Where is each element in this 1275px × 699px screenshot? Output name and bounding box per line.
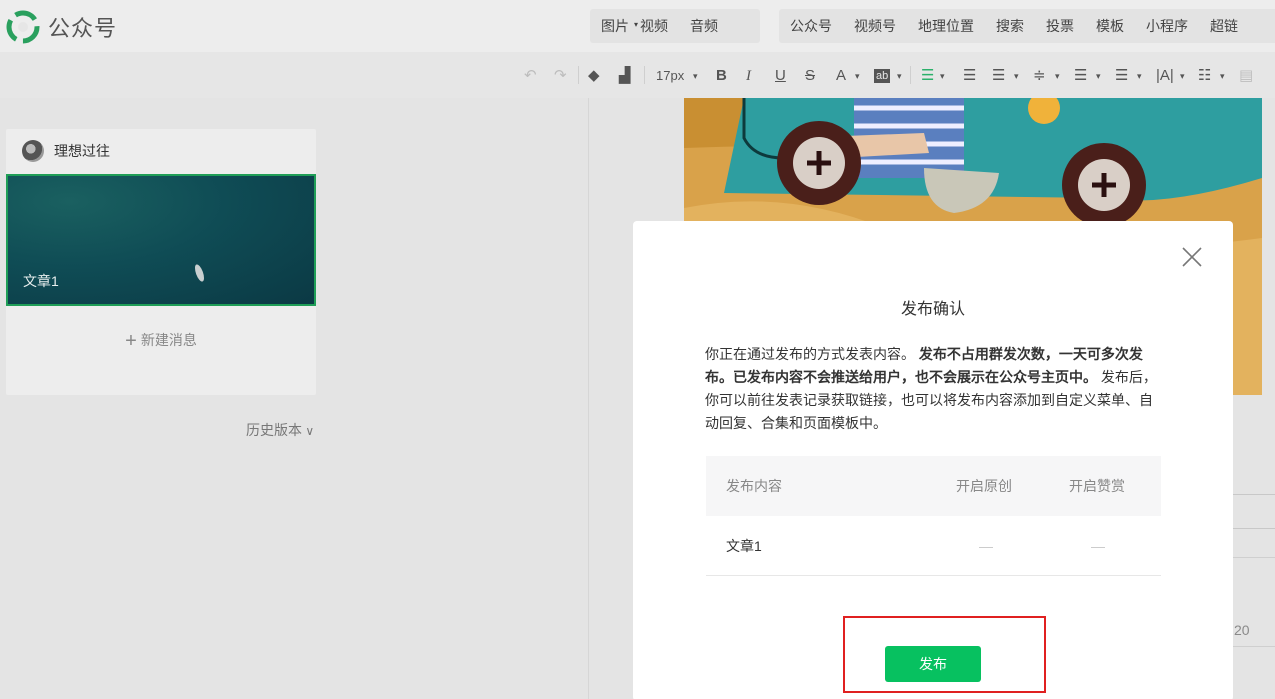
indent-icon[interactable]: ☰	[963, 65, 976, 87]
article-title: 文章1	[23, 273, 59, 289]
font-color-icon[interactable]: A	[836, 65, 846, 87]
header-original: 开启原创	[956, 478, 1012, 494]
row-reward: —	[1091, 538, 1105, 554]
menu-template[interactable]: 模板	[1085, 16, 1135, 36]
editor-side-divider	[1232, 528, 1275, 529]
header-content: 发布内容	[726, 478, 782, 494]
chevron-down-icon: ▾	[1220, 71, 1225, 81]
table-row: 文章1 — —	[706, 516, 1161, 576]
clear-format-icon[interactable]: ▟	[619, 65, 631, 87]
bold-icon[interactable]: B	[716, 65, 727, 87]
menu-vote[interactable]: 投票	[1035, 16, 1085, 36]
app-logo: 公众号	[6, 10, 117, 44]
align-center-icon[interactable]: ☰	[921, 65, 934, 87]
boat-image-detail	[193, 263, 206, 283]
menu-official-account[interactable]: 公众号	[779, 16, 843, 36]
chevron-down-icon: ▾	[1096, 71, 1101, 81]
toolbar-divider	[910, 66, 911, 84]
publish-table-header: 发布内容 开启原创 开启赞赏	[706, 456, 1161, 516]
menu-location[interactable]: 地理位置	[907, 16, 985, 36]
description-intro: 你正在通过发布的方式发表内容。	[705, 346, 915, 362]
close-icon[interactable]	[1180, 245, 1204, 269]
italic-icon[interactable]: I	[746, 65, 751, 87]
side-counter: 20	[1234, 622, 1250, 638]
publish-button[interactable]: 发布	[885, 646, 981, 682]
account-name: 理想过往	[54, 143, 110, 159]
new-message-label: 新建消息	[140, 332, 197, 348]
dialog-title: 发布确认	[900, 301, 965, 318]
media-insert-menu: 图片 视频 音频	[590, 9, 760, 43]
editor-side-divider	[1232, 494, 1275, 495]
menu-mini-program[interactable]: 小程序	[1135, 16, 1199, 36]
menu-hyperlink[interactable]: 超链	[1199, 16, 1249, 36]
toolbar-divider	[644, 66, 645, 84]
new-message-button[interactable]: + 新建消息	[6, 330, 316, 353]
paragraph-spacing-icon[interactable]: ≑	[1033, 65, 1046, 87]
font-size-select[interactable]: 17px	[656, 65, 684, 87]
highlight-color-icon[interactable]: ab	[874, 69, 891, 83]
plus-icon: +	[125, 330, 137, 352]
redo-icon[interactable]: ↷	[554, 65, 567, 87]
undo-icon[interactable]: ↶	[524, 65, 537, 87]
list-icon[interactable]: ☷	[1198, 65, 1211, 87]
header-reward: 开启赞赏	[1069, 478, 1125, 494]
history-label: 历史版本	[246, 422, 302, 438]
row-content: 文章1	[726, 538, 762, 554]
chevron-down-icon: ▾	[940, 71, 945, 81]
chevron-down-icon: ∨	[302, 424, 315, 438]
text-width-icon[interactable]: |A|	[1156, 65, 1174, 87]
chevron-down-icon: ▾	[1180, 71, 1185, 81]
avatar	[22, 140, 44, 162]
strikethrough-icon[interactable]: S	[805, 65, 815, 87]
menu-channels[interactable]: 视频号	[843, 16, 907, 36]
insert-menu: 公众号 视频号 地理位置 搜索 投票 模板 小程序 超链	[779, 9, 1275, 43]
app-title: 公众号	[48, 16, 118, 41]
row-original: —	[979, 538, 993, 554]
menu-search[interactable]: 搜索	[985, 16, 1035, 36]
account-header: 理想过往	[6, 129, 316, 173]
letter-spacing-icon[interactable]: ☰	[1115, 65, 1128, 87]
history-versions-button[interactable]: 历史版本 ∨	[246, 420, 314, 440]
format-painter-icon[interactable]: ◆	[588, 65, 600, 87]
line-spacing-icon[interactable]: ☰	[992, 65, 1005, 87]
image-dropdown-icon: ▾	[634, 20, 639, 29]
wechat-official-logo-icon	[6, 10, 40, 44]
dialog-description: 你正在通过发布的方式发表内容。 发布不占用群发次数，一天可多次发布。已发布内容不…	[705, 343, 1163, 435]
chevron-down-icon: ▾	[897, 71, 902, 81]
chevron-down-icon: ▾	[1055, 71, 1060, 81]
chevron-down-icon: ▾	[693, 71, 698, 81]
menu-audio[interactable]: 音频	[679, 16, 729, 36]
chevron-down-icon: ▾	[1137, 71, 1142, 81]
chevron-down-icon: ▾	[1014, 71, 1019, 81]
menu-image[interactable]: 图片	[590, 16, 640, 36]
article-thumbnail[interactable]: 文章1	[6, 174, 316, 306]
paragraph-after-icon[interactable]: ☰	[1074, 65, 1087, 87]
toolbar-divider	[578, 66, 579, 84]
more-format-icon[interactable]: ▤	[1239, 65, 1253, 87]
underline-icon[interactable]: U	[775, 65, 786, 87]
chevron-down-icon: ▾	[855, 71, 860, 81]
menu-video[interactable]: 视频	[640, 16, 679, 36]
